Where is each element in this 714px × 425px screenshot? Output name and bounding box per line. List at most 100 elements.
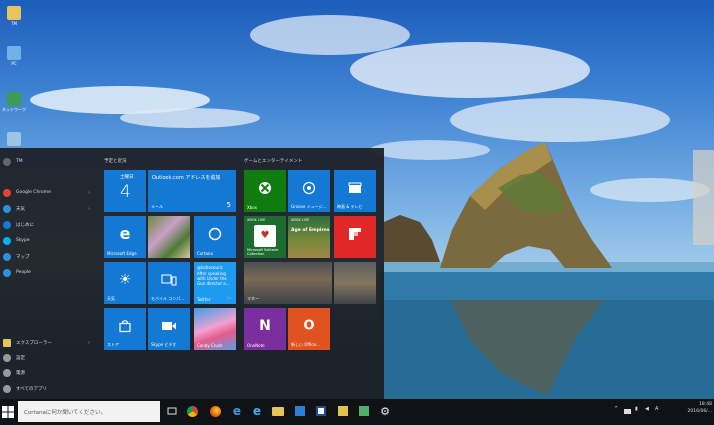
taskbar: Cortanaに何か聞いてください。 e e ⚙ ^ ▮ ◀ A 18:48 2… bbox=[0, 399, 714, 425]
xbox-tile[interactable]: Xbox bbox=[244, 170, 286, 212]
rail-item-chrome[interactable]: Google Chrome › bbox=[0, 186, 96, 199]
volume-icon[interactable]: ◀ bbox=[645, 406, 649, 412]
battery-icon[interactable] bbox=[624, 409, 631, 414]
skype-video-tile[interactable]: Skype ビデオ bbox=[148, 308, 190, 350]
rail-item-label: Google Chrome bbox=[16, 190, 51, 195]
folder-icon bbox=[272, 406, 284, 416]
desktop-icon-user[interactable]: TM bbox=[2, 6, 26, 26]
people-icon bbox=[3, 268, 11, 277]
taskbar-app-4[interactable] bbox=[356, 403, 372, 419]
rail-item-weather[interactable]: 天気 › bbox=[0, 202, 96, 215]
rail-item-people[interactable]: People bbox=[0, 266, 96, 279]
start-menu: TM Google Chrome › 天気 › はじめに Skype マップ P… bbox=[0, 148, 384, 399]
desktop-icon-pc[interactable]: PC bbox=[2, 46, 26, 66]
phone-companion-tile[interactable]: モバイル コンパ... bbox=[148, 262, 190, 304]
office-icon: O bbox=[303, 318, 315, 334]
photos-tile[interactable] bbox=[148, 216, 190, 258]
gear-icon: ⚙ bbox=[380, 404, 390, 418]
onenote-icon: N bbox=[259, 317, 271, 334]
cortana-icon bbox=[208, 227, 222, 241]
avatar-icon bbox=[3, 157, 11, 166]
weather-tile[interactable]: ☀ 天気 bbox=[104, 262, 146, 304]
xbox-icon bbox=[258, 181, 272, 195]
firefox-icon bbox=[209, 405, 221, 417]
taskbar-app-2[interactable] bbox=[313, 403, 329, 419]
twitter-tile[interactable]: @katiecouric After speaking with Under t… bbox=[194, 262, 236, 304]
app-icon bbox=[316, 406, 326, 416]
desktop-icon-network[interactable]: ネットワーク bbox=[2, 92, 26, 113]
chevron-up-icon[interactable]: ^ bbox=[614, 406, 618, 412]
rail-item-explorer[interactable]: エクスプローラー › bbox=[0, 336, 96, 349]
mail-count-badge: 5 bbox=[226, 201, 231, 209]
rail-item-settings[interactable]: 設定 bbox=[0, 351, 96, 364]
onenote-tile[interactable]: N OneNote bbox=[244, 308, 286, 350]
rail-item-label: Skype bbox=[16, 238, 30, 243]
tile-label: Candy Crush bbox=[197, 343, 223, 348]
rail-item-get-started[interactable]: はじめに bbox=[0, 218, 96, 231]
ime-icon[interactable]: A bbox=[655, 406, 658, 412]
app-icon bbox=[295, 406, 305, 416]
gear-icon bbox=[3, 353, 11, 362]
video-camera-icon bbox=[161, 321, 177, 331]
taskbar-firefox[interactable] bbox=[207, 403, 223, 419]
age-of-empires-tile[interactable]: XBOX LIVE Age of Empires bbox=[288, 216, 330, 258]
money-tile[interactable]: マネー bbox=[244, 262, 332, 304]
edge-tile[interactable]: e Microsoft Edge bbox=[104, 216, 146, 258]
task-view-button[interactable] bbox=[164, 403, 180, 419]
edge-icon: e bbox=[119, 223, 131, 243]
news-tile[interactable] bbox=[334, 262, 376, 304]
user-account-item[interactable]: TM bbox=[0, 155, 96, 168]
desktop-icon-recycle-bin[interactable] bbox=[2, 132, 26, 147]
solitaire-tile[interactable]: XBOX LIVE ♥ Microsoft Solitaire Collecti… bbox=[244, 216, 286, 258]
candy-crush-tile[interactable]: Candy Crush bbox=[194, 308, 236, 350]
clock-time: 18:48 bbox=[699, 402, 712, 407]
movies-tv-tile[interactable]: 映画 & テレビ bbox=[334, 170, 376, 212]
tile-label: メール bbox=[151, 204, 163, 209]
rail-item-label: すべてのアプリ bbox=[16, 386, 48, 392]
mail-tile[interactable]: Outlook.com アドレスを追加 5 メール bbox=[148, 170, 236, 212]
taskbar-app-1[interactable] bbox=[292, 403, 308, 419]
user-folder-icon bbox=[7, 6, 21, 20]
twitter-bird-icon: 🐦 bbox=[226, 296, 233, 302]
rail-item-label: 設定 bbox=[16, 355, 25, 361]
flipboard-tile[interactable] bbox=[334, 216, 376, 258]
app-icon bbox=[359, 406, 369, 416]
pc-icon bbox=[7, 46, 21, 60]
desktop-icon-label: TM bbox=[11, 21, 17, 26]
rail-item-all-apps[interactable]: すべてのアプリ bbox=[0, 382, 96, 395]
clock-date: 2016/06/... bbox=[687, 408, 712, 414]
rail-item-label: エクスプローラー bbox=[16, 340, 52, 346]
taskbar-explorer[interactable] bbox=[270, 403, 286, 419]
start-menu-rail: TM Google Chrome › 天気 › はじめに Skype マップ P… bbox=[0, 148, 96, 399]
chrome-icon bbox=[3, 188, 11, 197]
network-icon[interactable]: ▮ bbox=[635, 406, 638, 412]
calendar-date: 4 bbox=[120, 182, 131, 202]
rail-item-skype[interactable]: Skype bbox=[0, 234, 96, 247]
taskbar-app-3[interactable] bbox=[335, 403, 351, 419]
tile-label: マネー bbox=[247, 296, 259, 301]
cortana-tile[interactable]: Cortana bbox=[194, 216, 236, 258]
tile-label: Microsoft Solitaire Collection bbox=[247, 248, 279, 256]
taskbar-ie[interactable]: e bbox=[249, 403, 265, 419]
taskbar-settings[interactable]: ⚙ bbox=[377, 403, 393, 419]
skype-icon bbox=[3, 236, 11, 245]
taskbar-edge[interactable]: e bbox=[229, 403, 245, 419]
rail-item-power[interactable]: 電源 bbox=[0, 366, 96, 379]
office-tile[interactable]: O 新しい Office... bbox=[288, 308, 330, 350]
flipboard-icon bbox=[347, 226, 363, 242]
internet-explorer-icon: e bbox=[252, 404, 262, 418]
calendar-tile[interactable]: 土曜日 4 bbox=[104, 170, 146, 212]
clock[interactable]: 18:48 2016/06/... bbox=[668, 402, 714, 416]
rail-item-maps[interactable]: マップ bbox=[0, 250, 96, 263]
tile-label: 新しい Office... bbox=[291, 342, 320, 347]
groove-music-tile[interactable]: Groove ミュージ... bbox=[288, 170, 330, 212]
playing-cards-icon: ♥ bbox=[254, 225, 276, 247]
taskbar-chrome[interactable] bbox=[184, 403, 200, 419]
tile-label: OneNote bbox=[247, 343, 265, 348]
cortana-search-box[interactable]: Cortanaに何か聞いてください。 bbox=[18, 401, 160, 422]
start-button[interactable] bbox=[1, 404, 15, 420]
chevron-right-icon: › bbox=[88, 189, 90, 196]
store-tile[interactable]: ストア bbox=[104, 308, 146, 350]
shopping-bag-icon bbox=[119, 319, 132, 332]
tile-label: Skype ビデオ bbox=[151, 342, 177, 347]
